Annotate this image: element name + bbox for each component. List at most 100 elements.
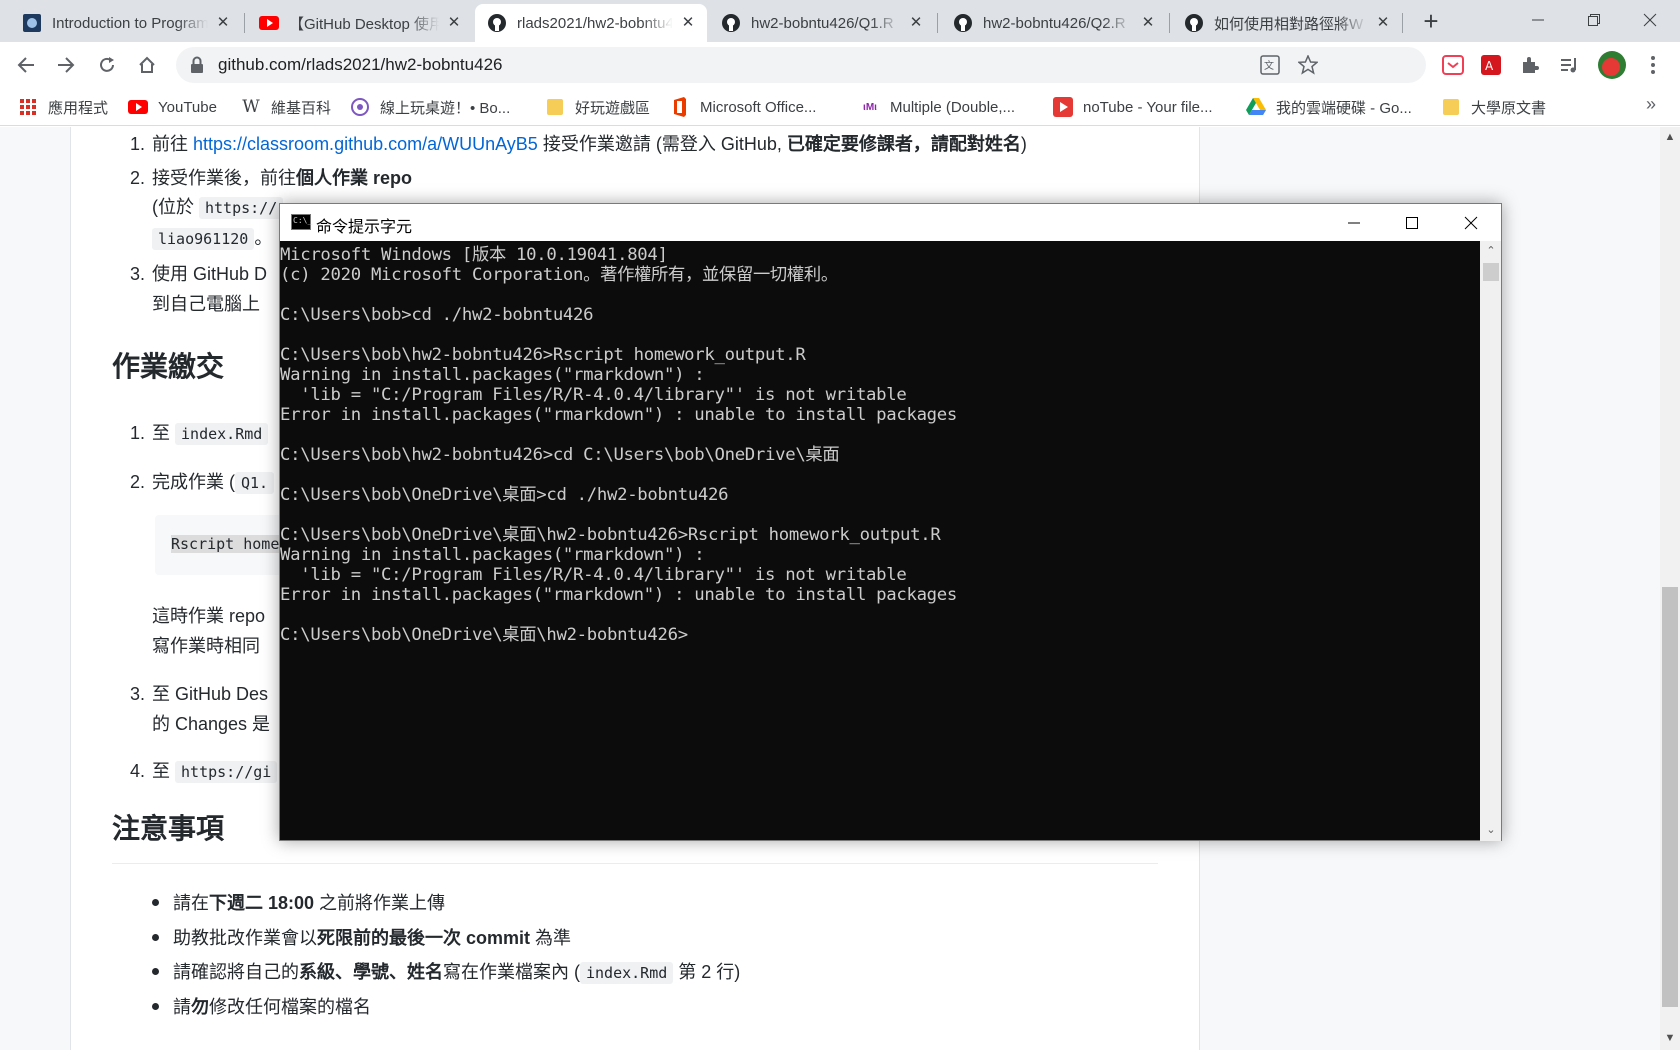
scroll-up-arrow-icon[interactable]: ⌃ (1484, 244, 1498, 258)
scroll-down-arrow-icon[interactable]: ⌄ (1484, 823, 1498, 837)
profile-avatar[interactable] (1597, 50, 1627, 80)
note-item: 請確認將自己的系級、學號、姓名寫在作業檔案內 (index.Rmd 第 2 行) (152, 958, 740, 984)
bookmark-multiple[interactable]: ιMι Multiple (Double,... (860, 96, 1015, 118)
restore-button[interactable] (1566, 0, 1622, 40)
drive-icon (1246, 97, 1266, 117)
console-line: C:\Users\bob\hw2-bobntu426>Rscript homew… (280, 345, 806, 365)
terminal-icon: C:\_ (291, 214, 312, 230)
bullet (152, 899, 159, 906)
note-item: 請在下週二 18:00 之前將作業上傳 (152, 889, 445, 915)
bookmark-star-icon[interactable] (1296, 53, 1320, 77)
arrow-right-icon (58, 57, 75, 73)
bullet (152, 934, 159, 941)
github-icon (487, 13, 507, 33)
console-output[interactable]: Microsoft Windows [版本 10.0.19041.804] (c)… (280, 241, 1480, 841)
tab-separator (244, 13, 245, 33)
media-control-icon[interactable] (1556, 52, 1582, 78)
tab-title: rlads2021/hw2-bobntu426 (517, 14, 673, 32)
cmd-close-button[interactable] (1442, 204, 1500, 241)
close-icon[interactable]: ✕ (445, 14, 463, 32)
note-item: 請勿修改任何檔案的檔名 (152, 993, 371, 1019)
bookmark-notube[interactable]: noTube - Your file... (1053, 96, 1213, 118)
url-text[interactable]: github.com/rlads2021/hw2-bobntu426 (218, 55, 502, 75)
cmd-scrollbar[interactable]: ⌃ ⌄ (1480, 241, 1501, 841)
tab-q1[interactable]: hw2-bobntu426/Q1.R ✕ (709, 4, 935, 42)
bookmark-label: 我的雲端硬碟 - Go... (1276, 99, 1412, 117)
cmd-maximize-button[interactable] (1383, 204, 1441, 241)
scroll-up-arrow-icon[interactable]: ▲ (1663, 131, 1677, 145)
bookmark-youtube[interactable]: YouTube (128, 96, 217, 118)
bookmark-label: 好玩遊戲區 (575, 99, 651, 117)
tab-hw2-repo[interactable]: rlads2021/hw2-bobntu426 ✕ (475, 4, 707, 42)
bookmark-textbooks-folder[interactable]: 大學原文書 (1441, 96, 1546, 118)
tab-title: 如何使用相對路徑將W (1214, 15, 1364, 33)
close-icon[interactable]: ✕ (679, 14, 697, 32)
close-window-button[interactable] (1622, 0, 1678, 40)
tab-separator (1169, 13, 1170, 33)
bookmark-label: 應用程式 (48, 99, 109, 117)
wikipedia-icon: W (242, 97, 260, 117)
cmd-scrollbar-thumb[interactable] (1483, 263, 1499, 281)
tab-title: hw2-bobntu426/Q2.R (983, 14, 1126, 32)
bookmark-label: Microsoft Office... (700, 98, 817, 116)
step-2-location: (位於 https:// (152, 193, 284, 219)
submit-step-1: 1. 至 index.Rmd (130, 419, 269, 445)
github-icon (1184, 13, 1204, 33)
back-button[interactable] (10, 49, 42, 81)
close-icon[interactable]: ✕ (907, 14, 925, 32)
console-line: C:\Users\bob\OneDrive\桌面\hw2-bobntu426> (280, 625, 688, 645)
bookmark-apps[interactable]: 應用程式 (18, 96, 108, 118)
console-line: 'lib = "C:/Program Files/R/R-4.0.4/libra… (280, 385, 907, 405)
close-icon[interactable]: ✕ (1374, 14, 1392, 32)
bookmark-label: YouTube (158, 98, 217, 116)
bookmark-boardgame[interactable]: 線上玩桌遊！• Bo... (350, 96, 510, 118)
reload-icon (100, 57, 114, 72)
reload-button[interactable] (91, 49, 123, 81)
cmd-minimize-button[interactable] (1325, 204, 1383, 241)
console-line: (c) 2020 Microsoft Corporation。著作權所有，並保留… (280, 265, 838, 285)
bookmark-games-folder[interactable]: 好玩遊戲區 (545, 96, 650, 118)
address-bar[interactable]: github.com/rlads2021/hw2-bobntu426 文 (176, 47, 1426, 83)
console-line: C:\Users\bob>cd ./hw2-bobntu426 (280, 305, 594, 325)
new-tab-button[interactable]: + (1417, 8, 1445, 36)
translate-icon[interactable]: 文 (1258, 53, 1282, 77)
minimize-button[interactable] (1510, 0, 1566, 40)
classroom-link[interactable]: https://classroom.github.com/a/WUUnAyB5 (193, 134, 538, 154)
bookmark-drive[interactable]: 我的雲端硬碟 - Go... (1246, 96, 1412, 118)
bullet (152, 968, 159, 975)
folder-icon (545, 97, 565, 117)
submit-step-4: 4. 至 https://gi (130, 757, 278, 783)
lock-icon[interactable] (190, 56, 204, 79)
tab-introduction[interactable]: Introduction to Programming ✕ (10, 4, 242, 42)
chevron-double-right-icon[interactable]: » (1646, 94, 1656, 115)
github-icon (721, 13, 741, 33)
submit-step-2: 2. 完成作業 (Q1. (130, 468, 275, 494)
menu-kebab-icon[interactable] (1640, 52, 1666, 78)
tab-github-desktop-video[interactable]: 【GitHub Desktop 使用教學】 ✕ (247, 4, 473, 42)
close-icon[interactable]: ✕ (1139, 14, 1157, 32)
bookmark-wikipedia[interactable]: W 維基百科 (241, 96, 331, 118)
scroll-down-arrow-icon[interactable]: ▼ (1663, 1032, 1677, 1046)
command-prompt-window[interactable]: C:\_ 命令提示字元 Microsoft Windows [版本 10.0.1… (279, 203, 1502, 841)
tab-q2[interactable]: hw2-bobntu426/Q2.R ✕ (941, 4, 1167, 42)
bookmark-office[interactable]: Microsoft Office... (670, 96, 816, 118)
svg-text:文: 文 (1264, 59, 1274, 72)
forward-button[interactable] (50, 49, 82, 81)
cmd-titlebar[interactable]: C:\_ 命令提示字元 (280, 204, 1501, 241)
bookmarks-bar: 應用程式 YouTube W 維基百科 線上玩桌遊！• Bo... 好玩遊戲區 … (0, 88, 1680, 126)
close-icon[interactable]: ✕ (214, 14, 232, 32)
github-icon (953, 13, 973, 33)
pocket-extension-icon[interactable] (1440, 52, 1466, 78)
tab-relative-path[interactable]: 如何使用相對路徑將W ✕ (1172, 4, 1402, 42)
tab-separator (1402, 13, 1403, 33)
home-button[interactable] (131, 49, 163, 81)
youtube-icon (259, 13, 279, 33)
puzzle-extensions-icon[interactable] (1517, 52, 1543, 78)
page-scrollbar-thumb[interactable] (1662, 587, 1678, 1007)
pdf-extension-icon[interactable]: A (1478, 52, 1504, 78)
tab-strip: Introduction to Programming ✕ 【GitHub De… (0, 0, 1680, 42)
tab-title: 【GitHub Desktop 使用教學】 (289, 15, 439, 33)
bookmark-label: 大學原文書 (1471, 99, 1547, 117)
